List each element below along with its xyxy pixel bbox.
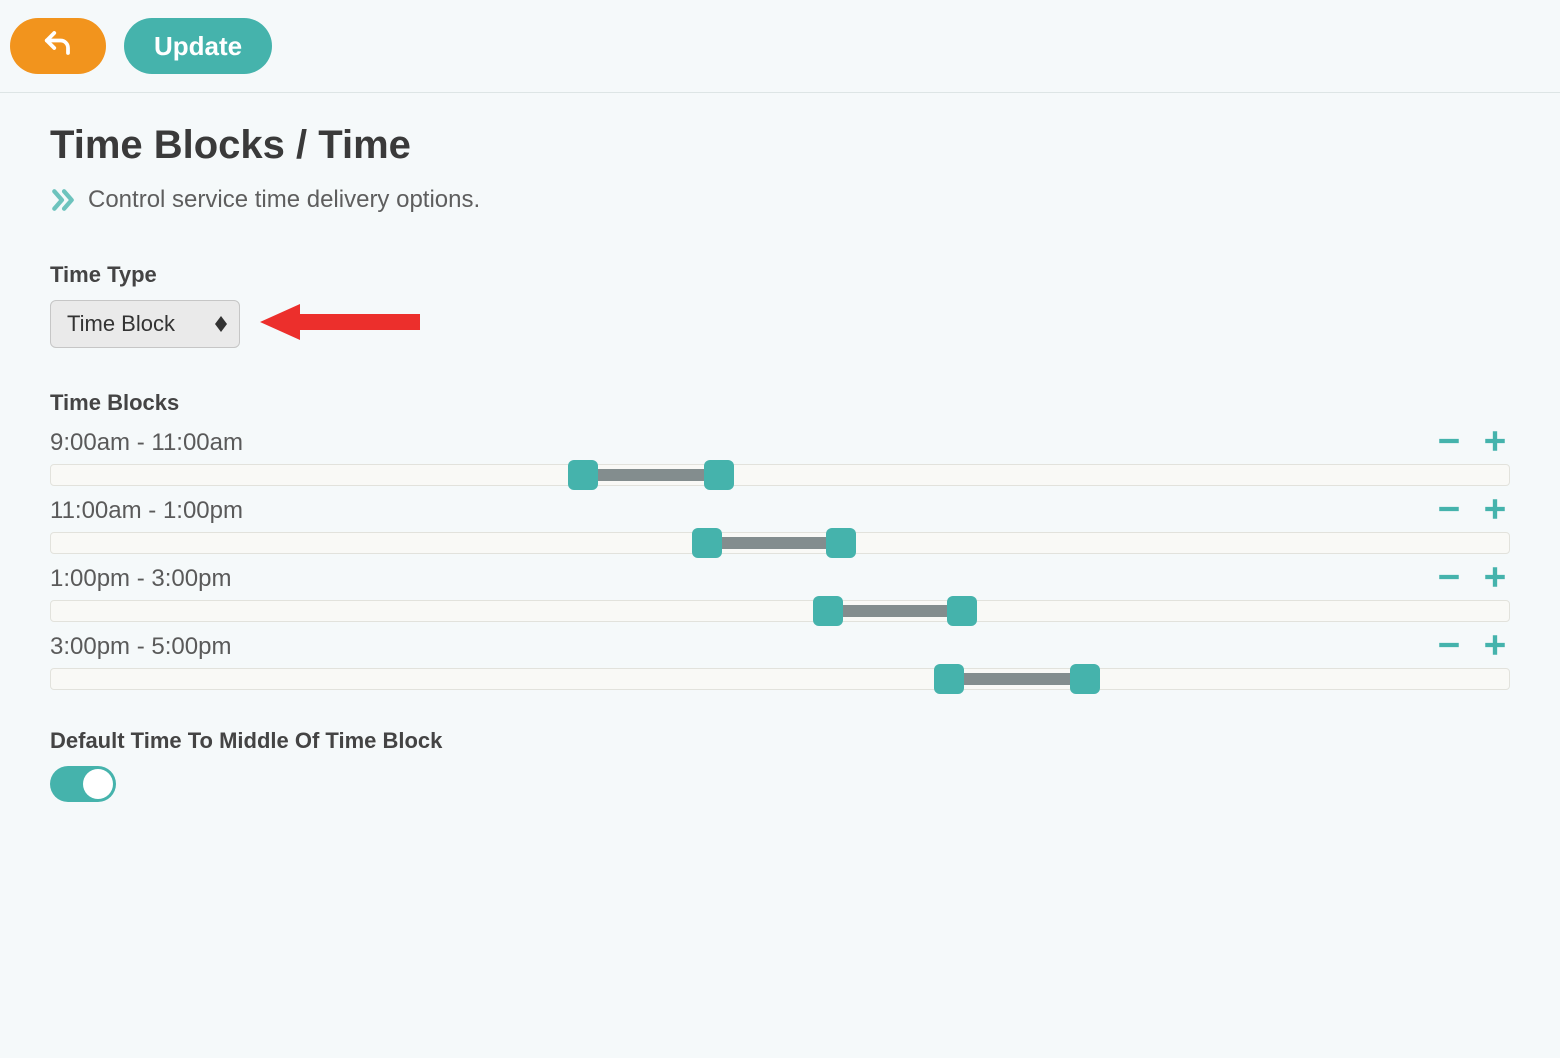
time-block-label: 9:00am - 11:00am [50, 429, 243, 457]
page-subtitle: Control service time delivery options. [88, 186, 480, 214]
toolbar: Update [0, 0, 1560, 93]
plus-icon [1482, 426, 1508, 460]
slider-range [707, 537, 841, 549]
undo-arrow-icon [43, 28, 73, 65]
time-block-slider[interactable] [50, 532, 1510, 554]
time-block-row: 9:00am - 11:00am [50, 428, 1510, 486]
update-button-label: Update [154, 31, 242, 62]
add-time-block-button[interactable] [1480, 564, 1510, 594]
slider-handle-end[interactable] [826, 528, 856, 558]
add-time-block-button[interactable] [1480, 428, 1510, 458]
default-middle-toggle[interactable] [50, 766, 116, 802]
time-block-slider[interactable] [50, 668, 1510, 690]
time-block-row: 3:00pm - 5:00pm [50, 632, 1510, 690]
minus-icon [1436, 562, 1462, 596]
remove-time-block-button[interactable] [1434, 632, 1464, 662]
minus-icon [1436, 426, 1462, 460]
time-type-label: Time Type [50, 262, 1510, 288]
plus-icon [1482, 630, 1508, 664]
time-block-label: 3:00pm - 5:00pm [50, 633, 231, 661]
remove-time-block-button[interactable] [1434, 496, 1464, 526]
page-title: Time Blocks / Time [50, 123, 1510, 168]
time-block-row: 11:00am - 1:00pm [50, 496, 1510, 554]
toggle-knob [83, 769, 113, 799]
update-button[interactable]: Update [124, 18, 272, 74]
back-button[interactable] [10, 18, 106, 74]
add-time-block-button[interactable] [1480, 632, 1510, 662]
plus-icon [1482, 562, 1508, 596]
add-time-block-button[interactable] [1480, 496, 1510, 526]
default-middle-label: Default Time To Middle Of Time Block [50, 728, 1510, 754]
select-updown-icon [215, 316, 227, 332]
remove-time-block-button[interactable] [1434, 564, 1464, 594]
minus-icon [1436, 630, 1462, 664]
slider-handle-end[interactable] [704, 460, 734, 490]
time-block-slider[interactable] [50, 600, 1510, 622]
content-panel: Time Blocks / Time Control service time … [0, 93, 1560, 842]
remove-time-block-button[interactable] [1434, 428, 1464, 458]
time-blocks-label: Time Blocks [50, 390, 1510, 416]
slider-handle-start[interactable] [692, 528, 722, 558]
time-block-slider[interactable] [50, 464, 1510, 486]
slider-handle-end[interactable] [1070, 664, 1100, 694]
slider-handle-start[interactable] [568, 460, 598, 490]
minus-icon [1436, 494, 1462, 528]
time-type-value: Time Block [67, 311, 175, 337]
slider-range [583, 469, 719, 481]
slider-handle-start[interactable] [813, 596, 843, 626]
slider-range [828, 605, 962, 617]
time-type-select[interactable]: Time Block [50, 300, 240, 348]
time-block-label: 1:00pm - 3:00pm [50, 565, 231, 593]
time-blocks-list: 9:00am - 11:00am 11:00am - 1:00pm 1:00pm -… [50, 428, 1510, 690]
time-block-label: 11:00am - 1:00pm [50, 497, 243, 525]
plus-icon [1482, 494, 1508, 528]
time-block-row: 1:00pm - 3:00pm [50, 564, 1510, 622]
slider-range [949, 673, 1085, 685]
annotation-arrow-icon [260, 302, 420, 347]
page-subtitle-row: Control service time delivery options. [50, 186, 1510, 214]
double-chevron-right-icon [50, 187, 76, 213]
slider-handle-end[interactable] [947, 596, 977, 626]
slider-handle-start[interactable] [934, 664, 964, 694]
